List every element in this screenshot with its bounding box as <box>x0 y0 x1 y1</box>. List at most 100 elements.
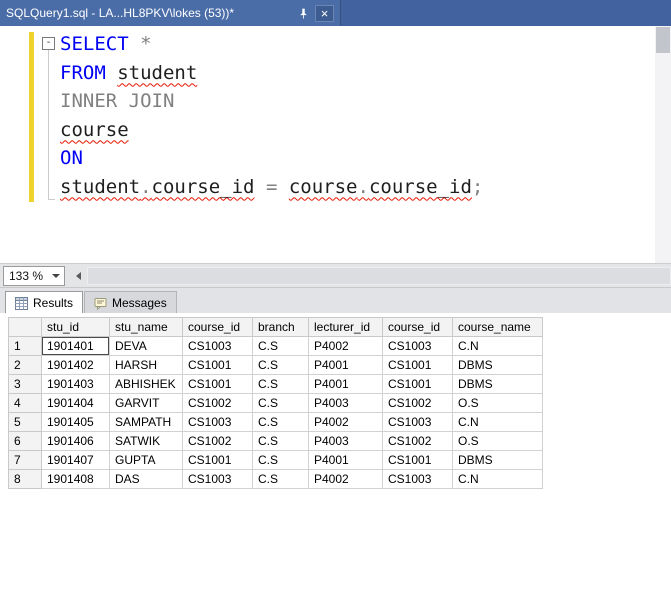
zoom-value: 133 % <box>9 269 44 283</box>
grid-cell[interactable]: 1901403 <box>41 374 110 394</box>
outline-guide-tick <box>48 199 55 200</box>
grid-cell[interactable]: C.S <box>252 355 309 375</box>
grid-cell[interactable]: 1901402 <box>41 355 110 375</box>
grid-column-header[interactable]: course_name <box>452 317 543 337</box>
scrollbar-thumb[interactable] <box>88 268 670 284</box>
grid-cell[interactable]: CS1003 <box>182 336 253 356</box>
code-line[interactable]: SELECT * <box>60 30 483 59</box>
editor-vertical-scrollbar[interactable] <box>655 26 671 263</box>
grid-cell[interactable]: CS1003 <box>182 469 253 489</box>
grid-cell[interactable]: C.N <box>452 336 543 356</box>
row-number-cell[interactable]: 7 <box>8 450 42 470</box>
row-number-cell[interactable]: 8 <box>8 469 42 489</box>
grid-cell[interactable]: P4003 <box>308 431 383 451</box>
code-token: FROM <box>60 61 106 84</box>
grid-cell[interactable]: CS1003 <box>182 412 253 432</box>
grid-cell[interactable]: CS1001 <box>182 355 253 375</box>
code-line[interactable]: course <box>60 116 483 145</box>
grid-cell[interactable]: 1901407 <box>41 450 110 470</box>
grid-cell[interactable]: P4003 <box>308 393 383 413</box>
row-number-cell[interactable]: 1 <box>8 336 42 356</box>
grid-cell[interactable]: C.N <box>452 412 543 432</box>
grid-cell[interactable]: C.S <box>252 412 309 432</box>
grid-cell[interactable]: ABHISHEK <box>109 374 183 394</box>
grid-cell[interactable]: CS1002 <box>382 431 453 451</box>
grid-cell[interactable]: CS1001 <box>382 355 453 375</box>
row-number-cell[interactable]: 3 <box>8 374 42 394</box>
grid-corner-cell[interactable] <box>8 317 42 337</box>
grid-column-header[interactable]: stu_id <box>41 317 110 337</box>
grid-cell[interactable]: CS1001 <box>182 374 253 394</box>
grid-cell[interactable]: C.S <box>252 336 309 356</box>
code-line[interactable]: student.course_id = course.course_id; <box>60 173 483 202</box>
grid-cell[interactable]: CS1003 <box>382 412 453 432</box>
grid-cell[interactable]: O.S <box>452 393 543 413</box>
grid-cell[interactable]: CS1003 <box>382 336 453 356</box>
collapse-region-button[interactable]: - <box>42 37 55 50</box>
zoom-dropdown[interactable]: 133 % <box>3 266 65 286</box>
grid-cell[interactable]: DAS <box>109 469 183 489</box>
grid-cell[interactable]: DBMS <box>452 355 543 375</box>
grid-cell[interactable]: SAMPATH <box>109 412 183 432</box>
close-button[interactable]: × <box>315 4 334 22</box>
code-line[interactable]: ON <box>60 144 483 173</box>
row-number-cell[interactable]: 2 <box>8 355 42 375</box>
code-line[interactable]: FROM student <box>60 59 483 88</box>
grid-cell[interactable]: C.S <box>252 374 309 394</box>
tab-messages[interactable]: Messages <box>84 291 177 314</box>
grid-cell[interactable]: CS1001 <box>382 450 453 470</box>
grid-cell[interactable]: O.S <box>452 431 543 451</box>
scrollbar-thumb[interactable] <box>656 27 670 53</box>
grid-cell[interactable]: P4002 <box>308 469 383 489</box>
grid-cell[interactable]: CS1002 <box>382 393 453 413</box>
grid-cell[interactable]: SATWIK <box>109 431 183 451</box>
tab-results[interactable]: Results <box>5 291 84 314</box>
table-row: 1 1901401 DEVA CS1003 C.S P4002 CS1003 C.N <box>8 336 543 356</box>
code-line[interactable]: INNER JOIN <box>60 87 483 116</box>
grid-cell[interactable]: P4002 <box>308 336 383 356</box>
editor-horizontal-scrollbar[interactable] <box>87 267 671 285</box>
grid-cell[interactable]: DEVA <box>109 336 183 356</box>
grid-cell[interactable]: C.S <box>252 450 309 470</box>
grid-cell[interactable]: P4001 <box>308 355 383 375</box>
results-grid: stu_id stu_name course_id branch lecturer_id… <box>8 317 543 489</box>
grid-cell[interactable]: CS1001 <box>382 374 453 394</box>
grid-cell[interactable]: P4002 <box>308 412 383 432</box>
row-number-cell[interactable]: 6 <box>8 431 42 451</box>
grid-cell[interactable]: CS1002 <box>182 431 253 451</box>
grid-cell[interactable]: HARSH <box>109 355 183 375</box>
grid-cell[interactable]: GUPTA <box>109 450 183 470</box>
grid-cell[interactable]: C.S <box>252 469 309 489</box>
code-editor[interactable]: - SELECT * FROM student INNER JOIN course ON… <box>0 26 671 263</box>
grid-column-header[interactable]: lecturer_id <box>308 317 383 337</box>
grid-cell[interactable]: CS1002 <box>182 393 253 413</box>
grid-cell[interactable]: CS1003 <box>382 469 453 489</box>
code-token: student <box>60 175 141 198</box>
grid-cell[interactable]: 1901404 <box>41 393 110 413</box>
grid-column-header[interactable]: stu_name <box>109 317 183 337</box>
scroll-left-button[interactable] <box>70 267 87 285</box>
grid-cell[interactable]: DBMS <box>452 374 543 394</box>
grid-cell[interactable]: C.S <box>252 431 309 451</box>
grid-cell[interactable]: C.N <box>452 469 543 489</box>
grid-column-header[interactable]: course_id <box>182 317 253 337</box>
grid-cell[interactable]: 1901401 <box>41 336 110 356</box>
grid-cell[interactable]: 1901405 <box>41 412 110 432</box>
grid-column-header[interactable]: branch <box>252 317 309 337</box>
grid-cell[interactable]: DBMS <box>452 450 543 470</box>
grid-cell[interactable]: P4001 <box>308 450 383 470</box>
grid-cell[interactable]: P4001 <box>308 374 383 394</box>
code-token: ON <box>60 147 83 169</box>
table-row: 5 1901405 SAMPATH CS1003 C.S P4002 CS1003 C.N <box>8 412 543 432</box>
row-number-cell[interactable]: 5 <box>8 412 42 432</box>
grid-cell[interactable]: CS1001 <box>182 450 253 470</box>
document-tab[interactable]: SQLQuery1.sql - LA...HL8PKV\lokes (53))*… <box>0 0 341 26</box>
pin-button[interactable] <box>295 5 312 22</box>
grid-cell[interactable]: 1901406 <box>41 431 110 451</box>
grid-column-header[interactable]: course_id <box>382 317 453 337</box>
grid-cell[interactable]: 1901408 <box>41 469 110 489</box>
grid-cell[interactable]: GARVIT <box>109 393 183 413</box>
grid-cell[interactable]: C.S <box>252 393 309 413</box>
row-number-cell[interactable]: 4 <box>8 393 42 413</box>
